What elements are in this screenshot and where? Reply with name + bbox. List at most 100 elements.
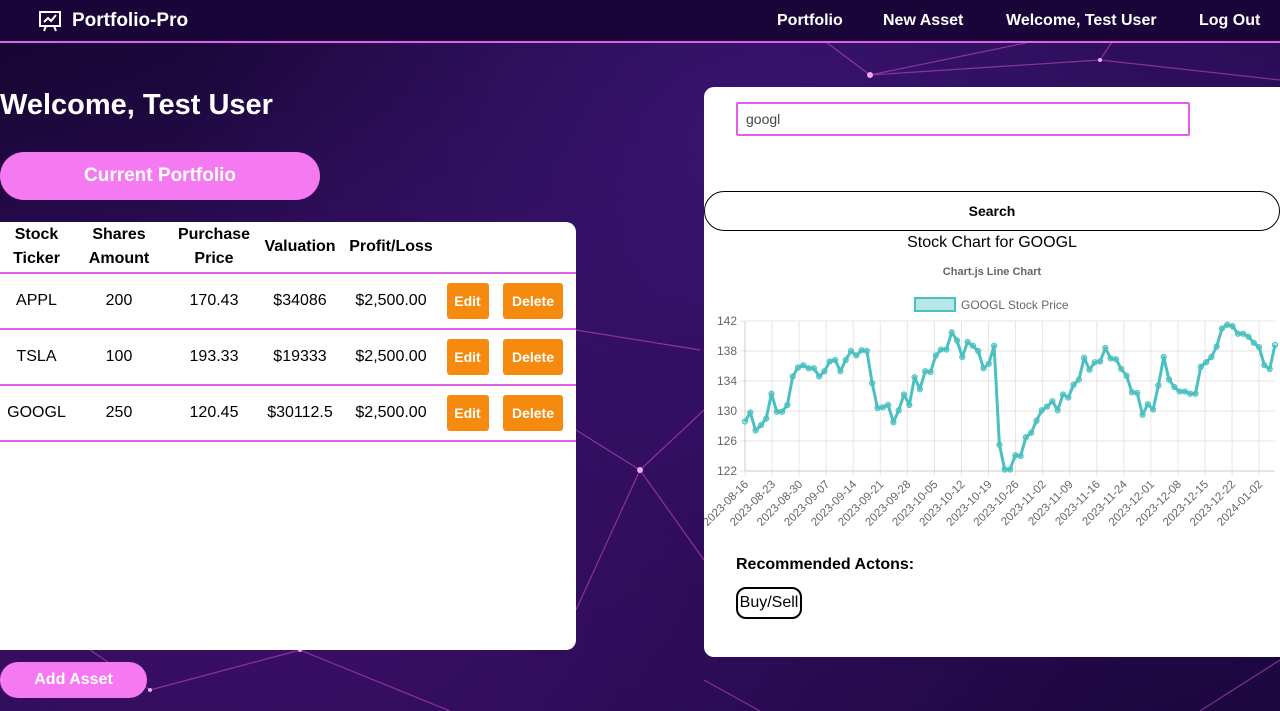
cell-ticker: TSLA	[0, 328, 73, 385]
data-point	[763, 415, 770, 422]
data-point	[964, 338, 971, 346]
data-point	[1091, 359, 1098, 366]
add-asset-button[interactable]: Add Asset	[0, 662, 147, 698]
data-point	[747, 409, 754, 416]
data-point	[895, 407, 902, 414]
data-point	[1256, 344, 1263, 351]
data-point	[959, 353, 966, 361]
edit-button[interactable]: Edit	[446, 283, 489, 319]
nav-log-out[interactable]: Log Out	[1199, 0, 1260, 41]
nav-new-asset[interactable]: New Asset	[883, 0, 963, 41]
data-point	[1118, 365, 1125, 373]
data-point	[1001, 466, 1008, 473]
header-shares-amount: Shares Amount	[88, 226, 150, 267]
delete-button[interactable]: Delete	[503, 395, 563, 431]
data-point	[1266, 365, 1273, 373]
data-point	[1022, 434, 1029, 441]
data-point	[1250, 339, 1257, 346]
data-point	[922, 368, 929, 375]
edit-button[interactable]: Edit	[446, 339, 489, 375]
data-point	[1218, 325, 1226, 332]
data-point	[1245, 333, 1252, 340]
data-point	[869, 380, 876, 387]
cell-ticker: GOOGL	[0, 384, 73, 442]
data-point	[784, 401, 791, 409]
brand[interactable]: Portfolio-Pro	[38, 0, 188, 41]
data-point	[900, 391, 908, 398]
data-point	[853, 352, 860, 359]
delete-button[interactable]: Delete	[503, 283, 563, 319]
data-point	[948, 329, 955, 336]
data-point	[816, 373, 823, 380]
data-point	[1102, 344, 1109, 352]
table-header-row: Stock Ticker Shares Amount Purchase Price V…	[0, 222, 576, 273]
data-point	[1160, 353, 1167, 361]
nav-portfolio[interactable]: Portfolio	[777, 0, 843, 41]
stock-chart-card: Search Stock Chart for GOOGL Chart.js Li…	[704, 87, 1280, 657]
data-point	[1097, 358, 1104, 365]
search-button[interactable]: Search	[704, 191, 1280, 231]
series-line	[743, 323, 1277, 471]
data-point	[1044, 403, 1051, 410]
data-point	[975, 347, 982, 355]
data-point	[821, 368, 828, 375]
y-tick-label: 134	[717, 374, 737, 388]
portfolio-table: Stock Ticker Shares Amount Purchase Price V…	[0, 222, 576, 442]
data-point	[1261, 362, 1268, 369]
data-point	[1081, 354, 1088, 361]
y-tick-label: 126	[717, 434, 737, 448]
data-point	[832, 356, 839, 364]
cell-valuation: $30112.5	[263, 384, 337, 442]
y-tick-label: 142	[717, 314, 737, 328]
data-point	[805, 365, 812, 372]
data-point	[1197, 363, 1204, 370]
data-point	[741, 418, 749, 425]
data-point	[863, 347, 870, 355]
header-purchase-price: Purchase Price	[177, 226, 251, 267]
cell-price: 170.43	[165, 272, 263, 329]
legend-label: GOOGL Stock Price	[961, 298, 1069, 312]
data-point	[752, 427, 759, 434]
table-row: TSLA 100 193.33 $19333 $2,500.00 Edit De…	[0, 328, 576, 385]
data-point	[1123, 372, 1130, 379]
data-point	[1234, 330, 1242, 337]
recommended-actions-label: Recommended Actons:	[736, 556, 915, 573]
edit-button[interactable]: Edit	[446, 395, 489, 431]
stock-line-chart: Chart.js Line Chart GOOGL Stock Price 142 1…	[704, 266, 1279, 529]
current-portfolio-button[interactable]: Current Portfolio	[0, 152, 320, 200]
data-point	[969, 342, 976, 349]
buy-sell-button[interactable]: Buy/Sell	[736, 587, 802, 619]
data-point	[953, 337, 961, 344]
data-point	[1049, 398, 1056, 405]
cell-valuation: $34086	[263, 272, 337, 329]
data-point	[991, 342, 998, 349]
header-valuation: Valuation	[264, 238, 336, 255]
data-point	[1165, 376, 1173, 383]
data-point	[985, 360, 992, 367]
delete-button[interactable]: Delete	[503, 339, 563, 375]
data-point	[1012, 452, 1019, 459]
y-tick-label: 130	[717, 404, 737, 418]
data-point	[980, 365, 987, 372]
cell-valuation: $19333	[263, 328, 337, 385]
data-point	[906, 401, 913, 409]
cell-price: 120.45	[165, 384, 263, 442]
data-point	[938, 346, 945, 353]
data-point	[794, 364, 802, 371]
data-point	[1075, 376, 1082, 383]
data-point	[1181, 388, 1188, 395]
stock-search-input[interactable]	[736, 102, 1190, 136]
data-point	[1213, 343, 1220, 350]
data-point	[1187, 390, 1194, 397]
nav-welcome-user[interactable]: Welcome, Test User	[1006, 0, 1157, 41]
data-point	[1006, 466, 1014, 473]
data-point	[1171, 383, 1178, 391]
cell-shares: 250	[73, 384, 165, 442]
navbar: Portfolio-Pro Portfolio New Asset Welcom…	[0, 0, 1280, 43]
data-point	[768, 390, 775, 397]
data-point	[890, 419, 897, 426]
data-point	[911, 374, 918, 381]
brand-name: Portfolio-Pro	[72, 9, 189, 31]
data-point	[1134, 389, 1141, 397]
header-stock-ticker: Stock Ticker	[13, 226, 60, 267]
